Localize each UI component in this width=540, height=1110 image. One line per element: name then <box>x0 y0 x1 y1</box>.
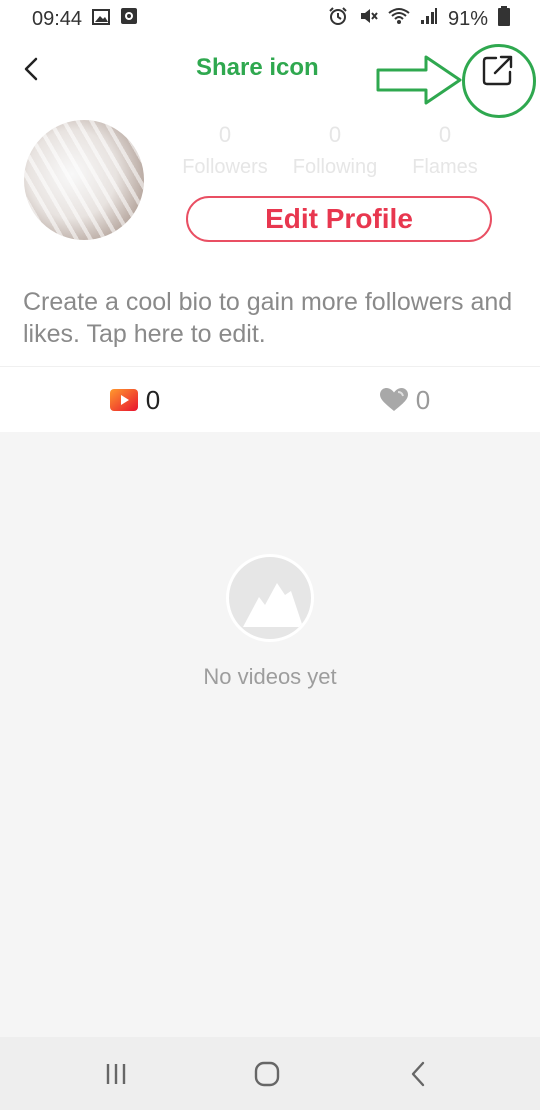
empty-state-mountain-icon <box>226 554 314 642</box>
heart-icon <box>379 388 408 411</box>
tab-videos-count: 0 <box>145 384 161 415</box>
battery-icon <box>498 6 510 32</box>
edit-profile-button[interactable]: Edit Profile <box>186 196 492 242</box>
system-back-icon <box>411 1061 425 1087</box>
stat-flames[interactable]: 0 Flames <box>390 122 500 192</box>
system-back-button[interactable] <box>398 1057 438 1091</box>
alarm-icon <box>328 6 348 32</box>
status-time: 09:44 <box>32 7 83 30</box>
bio-placeholder[interactable]: Create a cool bio to gain more followers… <box>23 286 523 350</box>
status-bar: 09:44 91% <box>0 0 540 38</box>
back-arrow-icon <box>24 57 38 81</box>
profile-stats: 0 Followers 0 Following 0 Flames <box>170 122 500 192</box>
stat-label: Followers <box>182 156 268 178</box>
system-nav-bar <box>0 1037 540 1110</box>
stat-label: Following <box>292 156 378 178</box>
stat-label: Flames <box>412 156 478 178</box>
recent-apps-icon <box>106 1064 126 1084</box>
stat-count: 0 <box>218 122 232 147</box>
video-icon <box>109 389 138 411</box>
stat-following[interactable]: 0 Following <box>280 122 390 192</box>
mute-icon <box>358 6 378 32</box>
top-bar: Share icon <box>0 38 540 118</box>
content-tabs: 0 0 <box>0 366 540 432</box>
tab-likes-count: 0 <box>415 384 431 415</box>
signal-icon <box>420 7 438 31</box>
tab-videos[interactable]: 0 <box>0 367 270 433</box>
home-button[interactable] <box>247 1057 287 1091</box>
stat-followers[interactable]: 0 Followers <box>170 122 280 192</box>
stat-count: 0 <box>328 122 342 147</box>
home-icon <box>254 1061 280 1087</box>
image-icon <box>92 8 111 31</box>
stat-count: 0 <box>438 122 452 147</box>
empty-state-text: No videos yet <box>203 664 337 689</box>
annotation-arrow <box>376 54 462 111</box>
status-left: 09:44 <box>32 7 138 31</box>
recent-apps-button[interactable] <box>96 1057 136 1091</box>
status-right: 91% <box>328 6 510 32</box>
wifi-icon <box>388 7 410 31</box>
annotation-label: Share icon <box>196 54 319 81</box>
back-button[interactable] <box>14 52 48 86</box>
tab-likes[interactable]: 0 <box>270 367 540 433</box>
videos-grid-area: No videos yet <box>0 432 540 1037</box>
avatar[interactable] <box>24 120 144 240</box>
record-icon <box>120 7 138 31</box>
battery-percent: 91% <box>447 7 488 30</box>
annotation-circle <box>462 44 536 118</box>
